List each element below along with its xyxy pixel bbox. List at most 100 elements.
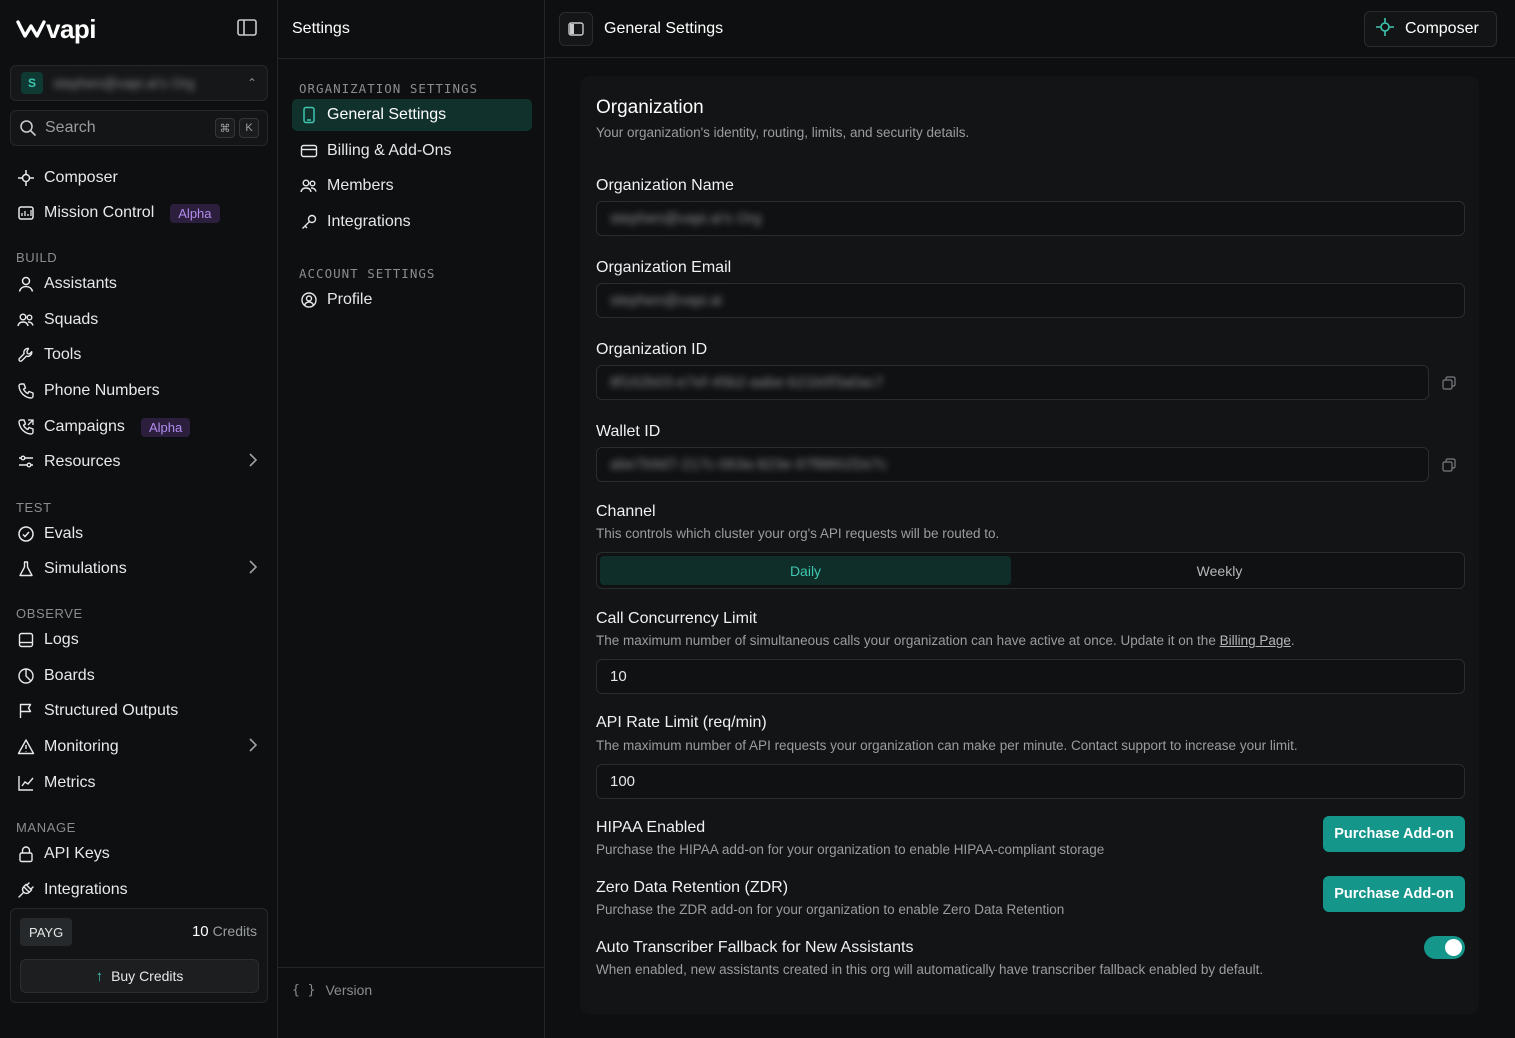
rate-limit-input[interactable]: 100 bbox=[596, 764, 1465, 799]
org-email-value: stephen@vapi.ai bbox=[610, 292, 722, 309]
main-sidebar: vapi S stephen@vapi.ai's Org ⌃ Search ⌘ … bbox=[0, 0, 278, 1038]
org-id-label: Organization ID bbox=[596, 341, 708, 358]
shortcut-k: K bbox=[239, 118, 259, 138]
channel-label: Channel bbox=[596, 503, 656, 520]
hipaa-label: HIPAA Enabled bbox=[596, 819, 706, 836]
alert-triangle-icon bbox=[16, 737, 36, 757]
org-email-field[interactable]: stephen@vapi.ai bbox=[596, 283, 1465, 318]
fallback-description: When enabled, new assistants created in … bbox=[596, 962, 1264, 977]
concurrency-limit-input[interactable]: 10 bbox=[596, 659, 1465, 694]
nav-label: Assistants bbox=[44, 275, 117, 292]
composer-button[interactable]: Composer bbox=[1364, 11, 1497, 47]
channel-option-weekly[interactable]: Weekly bbox=[1014, 556, 1425, 585]
nav-evals[interactable]: Evals bbox=[16, 520, 266, 548]
nav-squads[interactable]: Squads bbox=[16, 306, 266, 334]
alpha-badge: Alpha bbox=[170, 203, 220, 223]
version-info[interactable]: { } Version bbox=[292, 982, 372, 998]
users-icon bbox=[300, 177, 318, 195]
nav-label: Structured Outputs bbox=[44, 702, 179, 719]
org-name-field[interactable]: stephen@vapi.ai's Org bbox=[596, 201, 1465, 236]
phone-settings-icon bbox=[300, 106, 318, 124]
vapi-logo[interactable]: vapi bbox=[16, 14, 97, 44]
billing-page-link[interactable]: Billing Page bbox=[1220, 633, 1291, 648]
settings-item-label: Profile bbox=[327, 291, 373, 308]
nav-label: Resources bbox=[44, 453, 121, 470]
nav-monitoring[interactable]: Monitoring bbox=[16, 733, 266, 761]
nav-campaigns[interactable]: Campaigns Alpha bbox=[16, 413, 266, 441]
plan-badge: PAYG bbox=[20, 918, 73, 946]
hipaa-description: Purchase the HIPAA add-on for your organ… bbox=[596, 842, 1105, 857]
main-content: General Settings Composer Organization Y… bbox=[545, 0, 1515, 1038]
section-test: TEST bbox=[16, 500, 52, 515]
channel-description: This controls which cluster your org's A… bbox=[596, 526, 1000, 541]
copy-icon[interactable] bbox=[1442, 458, 1456, 472]
composer-label: Composer bbox=[1405, 20, 1479, 37]
org-selector[interactable]: S stephen@vapi.ai's Org ⌃ bbox=[10, 65, 268, 101]
rate-limit-description: The maximum number of API requests your … bbox=[596, 738, 1298, 753]
settings-item-billing[interactable]: Billing & Add-Ons bbox=[292, 135, 532, 167]
section-build: BUILD bbox=[16, 250, 58, 265]
fallback-toggle[interactable] bbox=[1424, 936, 1465, 959]
nav-composer[interactable]: Composer bbox=[16, 164, 266, 192]
search-label: Search bbox=[45, 119, 96, 136]
nav-structured-outputs[interactable]: Structured Outputs bbox=[16, 697, 266, 725]
nav-integrations[interactable]: Integrations bbox=[16, 876, 266, 904]
composer-icon bbox=[16, 168, 36, 188]
chevron-updown-icon: ⌃ bbox=[246, 76, 257, 90]
nav-phone-numbers[interactable]: Phone Numbers bbox=[16, 377, 266, 405]
section-manage: MANAGE bbox=[16, 820, 76, 835]
nav-label: Boards bbox=[44, 667, 95, 684]
nav-boards[interactable]: Boards bbox=[16, 662, 266, 690]
pie-chart-icon bbox=[16, 666, 36, 686]
nav-label: Integrations bbox=[44, 881, 128, 898]
chevron-right-icon bbox=[248, 737, 258, 757]
credit-card-icon bbox=[300, 142, 318, 160]
section-observe: OBSERVE bbox=[16, 606, 83, 621]
top-bar: General Settings Composer bbox=[545, 0, 1515, 58]
nav-label: Monitoring bbox=[44, 738, 119, 755]
wallet-id-field[interactable]: abe7b9d7-217c-063a-823e-97f8891f2e7c bbox=[596, 447, 1429, 482]
nav-simulations[interactable]: Simulations bbox=[16, 555, 266, 583]
panel-toggle-button[interactable] bbox=[559, 12, 593, 46]
settings-item-label: General Settings bbox=[327, 106, 447, 123]
sidebar-toggle-icon[interactable] bbox=[236, 18, 258, 38]
nav-label: Metrics bbox=[44, 774, 96, 791]
zdr-description: Purchase the ZDR add-on for your organiz… bbox=[596, 902, 1065, 917]
org-name-value: stephen@vapi.ai's Org bbox=[610, 210, 762, 227]
buy-credits-button[interactable]: ↑ Buy Credits bbox=[20, 959, 259, 993]
wallet-id-value: abe7b9d7-217c-063a-823e-97f8891f2e7c bbox=[610, 456, 887, 473]
nav-assistants[interactable]: Assistants bbox=[16, 270, 266, 298]
nav-label: Evals bbox=[44, 525, 84, 542]
settings-title: Settings bbox=[292, 20, 350, 37]
key-icon bbox=[300, 213, 318, 231]
vapi-logo-icon bbox=[16, 20, 46, 38]
nav-label: Composer bbox=[44, 169, 118, 186]
settings-item-members[interactable]: Members bbox=[292, 170, 532, 202]
nav-api-keys[interactable]: API Keys bbox=[16, 840, 266, 868]
nav-label: Logs bbox=[44, 631, 79, 648]
settings-item-profile[interactable]: Profile bbox=[292, 284, 532, 316]
search-button[interactable]: Search ⌘ K bbox=[10, 110, 268, 146]
zdr-purchase-button[interactable]: Purchase Add-on bbox=[1323, 876, 1465, 912]
org-id-field[interactable]: 8f162b03-e7ef-45b2-aabe-b21b0f3a0ac7 bbox=[596, 365, 1429, 400]
settings-item-general[interactable]: General Settings bbox=[292, 99, 532, 131]
toggle-knob bbox=[1445, 939, 1462, 956]
nav-metrics[interactable]: Metrics bbox=[16, 769, 266, 797]
channel-option-daily[interactable]: Daily bbox=[600, 556, 1011, 585]
buy-credits-label: Buy Credits bbox=[111, 968, 184, 984]
nav-resources[interactable]: Resources bbox=[16, 448, 266, 476]
check-circle-icon bbox=[16, 524, 36, 544]
nav-mission-control[interactable]: Mission Control Alpha bbox=[16, 199, 266, 227]
concurrency-desc-text: The maximum number of simultaneous calls… bbox=[596, 633, 1216, 648]
user-circle-icon bbox=[300, 291, 318, 309]
dashboard-icon bbox=[16, 203, 36, 223]
copy-icon[interactable] bbox=[1442, 376, 1456, 390]
fallback-label: Auto Transcriber Fallback for New Assist… bbox=[596, 939, 914, 956]
chevron-right-icon bbox=[248, 452, 258, 472]
settings-item-integrations[interactable]: Integrations bbox=[292, 206, 532, 238]
flag-icon bbox=[16, 701, 36, 721]
hipaa-purchase-button[interactable]: Purchase Add-on bbox=[1323, 816, 1465, 852]
user-icon bbox=[16, 274, 36, 294]
nav-tools[interactable]: Tools bbox=[16, 341, 266, 369]
nav-logs[interactable]: Logs bbox=[16, 626, 266, 654]
